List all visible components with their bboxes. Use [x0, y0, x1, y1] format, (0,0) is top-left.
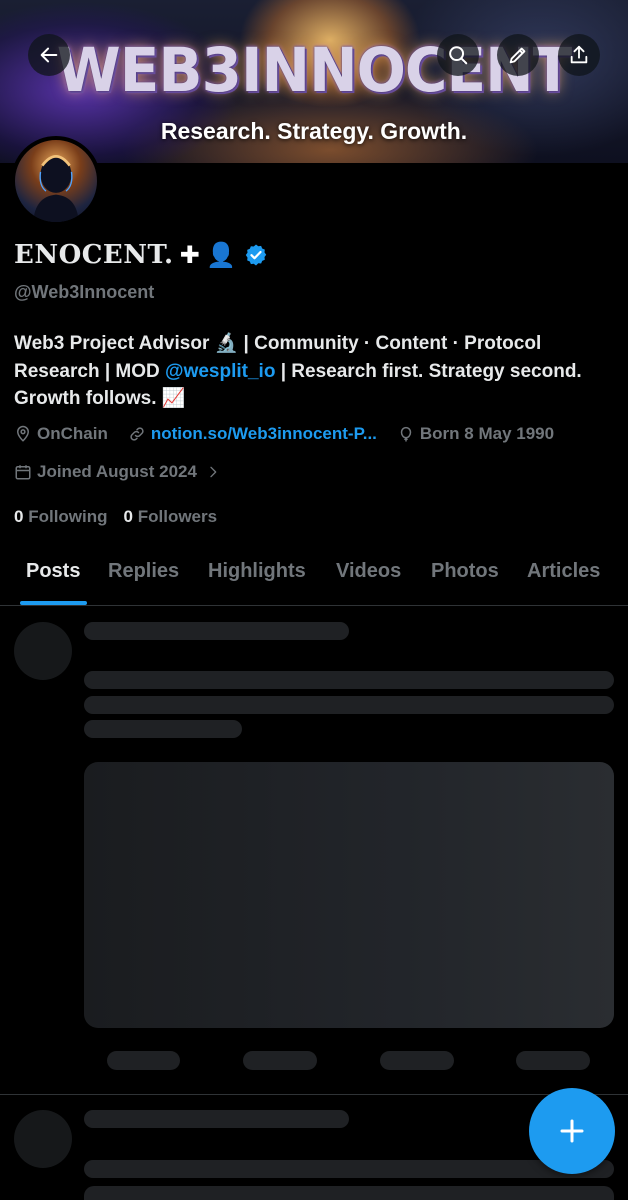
skeleton-line	[84, 696, 614, 714]
tab-highlights[interactable]: Highlights	[208, 560, 306, 583]
profile-banner[interactable]: WEB3INNOCENT Research. Strategy. Growth.	[0, 0, 628, 163]
skeleton-action	[516, 1051, 590, 1070]
active-tab-indicator	[20, 601, 87, 605]
bio-mention-link[interactable]: @wesplit_io	[165, 361, 275, 382]
location-text: OnChain	[37, 424, 108, 443]
birthday-text: Born 8 May 1990	[419, 424, 555, 443]
bio-text: Research | MOD	[14, 360, 166, 382]
joined-item[interactable]: Joined August 2024	[14, 462, 221, 482]
name-emojis: ✚ 👤	[179, 241, 237, 269]
pencil-icon	[509, 47, 526, 64]
followers-label: Followers	[137, 507, 218, 526]
skeleton-action	[243, 1051, 317, 1070]
skeleton-line	[84, 1186, 614, 1200]
following-label: Following	[28, 507, 108, 526]
display-name: ENOCENT.	[14, 240, 174, 270]
tab-posts[interactable]: Posts	[26, 560, 80, 583]
user-handle: @Web3Innocent	[14, 282, 155, 302]
skeleton-avatar	[14, 1110, 72, 1168]
compose-post-button[interactable]	[529, 1088, 615, 1174]
skeleton-media	[84, 762, 614, 1028]
profile-meta-row: OnChain notion.so/Web3innocent-P... Born…	[14, 424, 574, 444]
joined-row[interactable]: Joined August 2024	[14, 462, 241, 482]
arrow-left-icon	[40, 47, 58, 63]
skeleton-action	[380, 1051, 454, 1070]
bio-line-3: Growth follows. 📈	[14, 388, 186, 409]
plus-icon	[560, 1119, 584, 1143]
followers-link[interactable]: 0 Followers	[124, 507, 218, 527]
tab-replies[interactable]: Replies	[108, 560, 179, 583]
link-icon	[130, 427, 144, 441]
location-item: OnChain	[14, 424, 108, 444]
skeleton-line	[84, 1110, 349, 1128]
search-button[interactable]	[437, 34, 479, 76]
edit-button[interactable]	[497, 34, 539, 76]
profile-bio: Web3 Project Advisor 🔬 | Community · Con…	[14, 330, 614, 413]
skeleton-action	[107, 1051, 180, 1070]
skeleton-line	[84, 622, 349, 640]
search-icon	[449, 46, 468, 65]
share-button[interactable]	[558, 34, 600, 76]
balloon-icon	[400, 426, 412, 442]
share-icon	[570, 45, 588, 64]
bio-line-2: Research | MOD @wesplit_io | Research fi…	[14, 358, 614, 386]
following-link[interactable]: 0 Following	[14, 507, 108, 527]
bio-line-1: Web3 Project Advisor 🔬 | Community · Con…	[14, 333, 542, 354]
bio-text: | Research first. Strategy second.	[275, 360, 582, 382]
verified-badge-icon[interactable]	[244, 243, 268, 267]
followers-count: 0	[123, 507, 133, 526]
skeleton-line	[84, 671, 614, 689]
tab-photos[interactable]: Photos	[431, 560, 499, 583]
tab-videos[interactable]: Videos	[336, 560, 401, 583]
website-item[interactable]: notion.so/Web3innocent-P...	[128, 424, 377, 444]
skeleton-line	[84, 1160, 614, 1178]
skeleton-line	[84, 720, 242, 738]
chevron-right-icon	[210, 466, 217, 478]
calendar-icon	[15, 465, 31, 480]
profile-tabs: Posts Replies Highlights Videos Photos A…	[0, 550, 628, 606]
location-pin-icon	[16, 425, 30, 442]
avatar-image	[33, 155, 79, 222]
display-name-row: ENOCENT. ✚ 👤	[14, 240, 268, 270]
follow-counts: 0 Following 0 Followers	[14, 507, 217, 527]
profile-avatar[interactable]	[11, 136, 101, 226]
post-divider	[0, 1094, 628, 1095]
skeleton-avatar	[14, 622, 72, 680]
back-button[interactable]	[28, 34, 70, 76]
tab-articles[interactable]: Articles	[527, 560, 600, 583]
banner-subtitle: Research. Strategy. Growth.	[160, 118, 468, 144]
following-count: 0	[14, 507, 24, 526]
joined-text: Joined August 2024	[37, 462, 197, 481]
website-link[interactable]: notion.so/Web3innocent-P...	[151, 424, 377, 444]
birthday-item: Born 8 May 1990	[397, 424, 554, 444]
